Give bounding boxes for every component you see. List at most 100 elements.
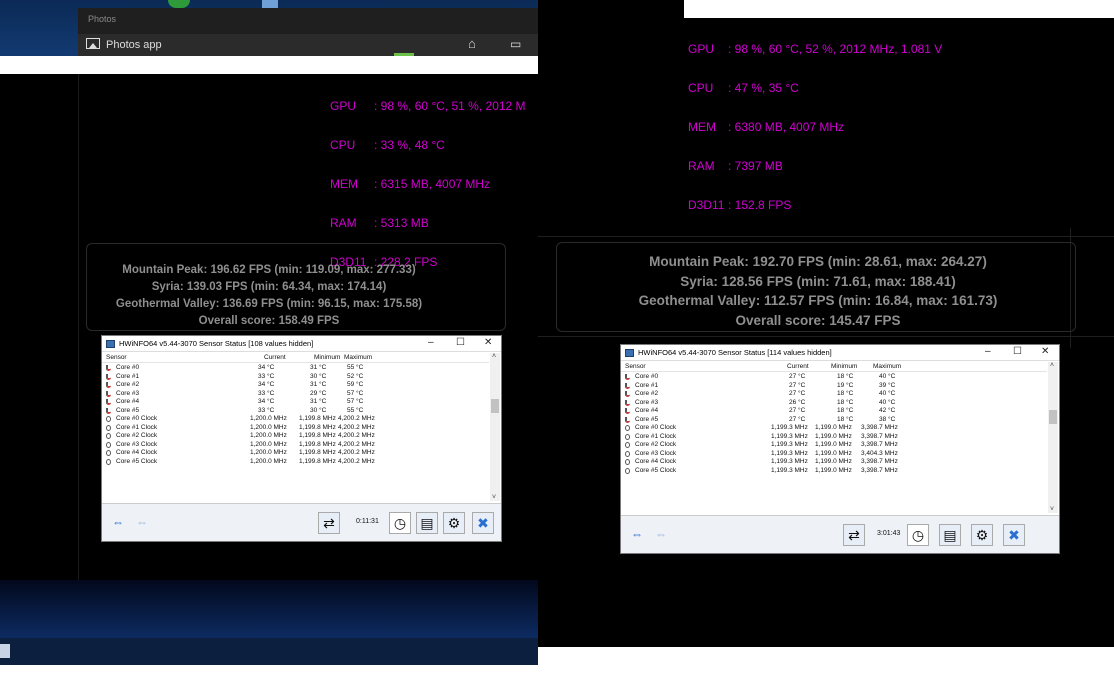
table-row[interactable]: Core #1 33 °C 30 °C 52 °C xyxy=(102,373,489,382)
photos-window[interactable]: Photos Photos app ⌂ ▭ xyxy=(78,8,538,56)
table-row[interactable]: Core #3 Clock 1,199.3 MHz 1,199.0 MHz 3,404… xyxy=(621,450,1047,459)
close-x-icon[interactable]: ✖ xyxy=(472,512,494,534)
sensor-name: Core #5 xyxy=(635,415,659,423)
table-row[interactable]: Core #0 Clock 1,199.3 MHz 1,199.0 MHz 3,398… xyxy=(621,424,1047,433)
table-row[interactable]: Core #3 Clock 1,200.0 MHz 1,199.8 MHz 4,200… xyxy=(102,441,489,450)
vertical-scrollbar[interactable]: ˄ ˅ xyxy=(1048,362,1058,513)
hwinfo-window[interactable]: HWiNFO64 v5.44-3070 Sensor Status [108 v… xyxy=(101,335,502,542)
clock-button-icon[interactable]: ◷ xyxy=(389,512,411,534)
hwinfo-sensor-list[interactable]: Core #0 27 °C 18 °C 40 °C Core #1 27 °C 19 °C… xyxy=(621,373,1047,475)
scroll-up-icon[interactable]: ˄ xyxy=(492,353,496,360)
maximize-button[interactable]: ☐ xyxy=(456,337,465,348)
table-row[interactable]: Core #4 34 °C 31 °C 57 °C xyxy=(102,398,489,407)
table-row[interactable]: Core #4 Clock 1,200.0 MHz 1,199.8 MHz 4,200… xyxy=(102,449,489,458)
scroll-down-icon[interactable]: ˅ xyxy=(492,494,496,501)
arrows-both-icon[interactable]: ⇔ xyxy=(627,527,647,541)
sensor-max: 40 °C xyxy=(879,373,896,380)
minimize-button[interactable]: – xyxy=(985,346,991,357)
sensor-current: 1,199.3 MHz xyxy=(771,449,808,457)
settings-icon[interactable]: ⚙ xyxy=(443,512,465,534)
slideshow-icon[interactable]: ▭ xyxy=(510,37,521,51)
table-row[interactable]: Core #3 33 °C 29 °C 57 °C xyxy=(102,390,489,399)
sensor-min: 31 °C xyxy=(310,364,327,371)
sensor-name: Core #0 xyxy=(635,373,659,380)
left-screenshot: Photos Photos app ⌂ ▭ GPU: 98 %, 60 °C, … xyxy=(0,0,538,665)
desktop-icon-green[interactable] xyxy=(168,0,190,8)
taskbar-app-icon[interactable] xyxy=(0,644,10,658)
table-row[interactable]: Core #4 Clock 1,199.3 MHz 1,199.0 MHz 3,398… xyxy=(621,458,1047,467)
sensor-name: Core #5 Clock xyxy=(635,466,677,474)
col-maximum[interactable]: Maximum xyxy=(873,363,901,370)
table-row[interactable]: Core #2 Clock 1,200.0 MHz 1,199.8 MHz 4,200… xyxy=(102,432,489,441)
table-row[interactable]: Core #1 27 °C 19 °C 39 °C xyxy=(621,382,1047,391)
photos-window-title: Photos xyxy=(88,14,117,24)
hwinfo-sensor-list[interactable]: Core #0 34 °C 31 °C 55 °C Core #1 33 °C 30 °C… xyxy=(102,364,489,466)
thermometer-icon xyxy=(106,382,111,388)
desktop-icon-chart[interactable] xyxy=(262,0,278,8)
table-row[interactable]: Core #2 27 °C 18 °C 40 °C xyxy=(621,390,1047,399)
report-icon[interactable]: ▤ xyxy=(939,524,961,546)
col-sensor[interactable]: Sensor xyxy=(106,354,127,361)
sensor-min: 19 °C xyxy=(837,381,854,389)
network-icon[interactable]: ⇄ xyxy=(843,524,865,546)
arrows-disabled-icon[interactable]: ⇔ xyxy=(132,515,152,529)
clock-icon xyxy=(625,433,630,440)
hwinfo-window[interactable]: HWiNFO64 v5.44-3070 Sensor Status [114 v… xyxy=(620,344,1060,554)
table-row[interactable]: Core #1 Clock 1,199.3 MHz 1,199.0 MHz 3,398… xyxy=(621,433,1047,442)
scrollbar-thumb[interactable] xyxy=(491,399,499,413)
clock-icon xyxy=(106,450,111,456)
table-row[interactable]: Core #3 26 °C 18 °C 40 °C xyxy=(621,399,1047,408)
maximize-button[interactable]: ☐ xyxy=(1013,346,1022,357)
arrows-disabled-icon[interactable]: ⇔ xyxy=(651,527,671,541)
col-minimum[interactable]: Minimum xyxy=(831,363,857,370)
col-minimum[interactable]: Minimum xyxy=(314,354,340,361)
scroll-up-icon[interactable]: ˄ xyxy=(1050,362,1054,369)
table-row[interactable]: Core #0 Clock 1,200.0 MHz 1,199.8 MHz 4,200… xyxy=(102,415,489,424)
arrows-both-icon[interactable]: ⇔ xyxy=(108,515,128,529)
table-row[interactable]: Core #5 33 °C 30 °C 55 °C xyxy=(102,407,489,416)
close-button[interactable]: ✕ xyxy=(1041,346,1049,357)
hwinfo-titlebar[interactable]: HWiNFO64 v5.44-3070 Sensor Status [114 v… xyxy=(621,345,1059,361)
sensor-max: 42 °C xyxy=(879,407,896,414)
report-icon[interactable]: ▤ xyxy=(416,512,438,534)
sensor-name: Core #2 xyxy=(635,390,659,397)
minimize-button[interactable]: – xyxy=(428,337,434,348)
osd-cpu-value: : 47 %, 35 °C xyxy=(728,81,799,95)
sensor-min: 1,199.8 MHz xyxy=(299,457,336,465)
sensor-min: 1,199.0 MHz xyxy=(815,424,852,431)
table-row[interactable]: Core #2 Clock 1,199.3 MHz 1,199.0 MHz 3,398… xyxy=(621,441,1047,450)
taskbar[interactable] xyxy=(0,638,538,665)
table-row[interactable]: Core #1 Clock 1,200.0 MHz 1,199.8 MHz 4,200… xyxy=(102,424,489,433)
settings-icon[interactable]: ⚙ xyxy=(971,524,993,546)
hwinfo-column-header[interactable]: Sensor Current Minimum Maximum xyxy=(621,362,1047,372)
table-row[interactable]: Core #0 27 °C 18 °C 40 °C xyxy=(621,373,1047,382)
clock-icon xyxy=(106,424,111,431)
table-row[interactable]: Core #2 34 °C 31 °C 59 °C xyxy=(102,381,489,390)
clock-icon xyxy=(625,467,630,474)
bench-overall-score: Overall score: 145.47 FPS xyxy=(735,312,901,328)
network-icon[interactable]: ⇄ xyxy=(318,512,340,534)
table-row[interactable]: Core #5 Clock 1,200.0 MHz 1,199.8 MHz 4,200… xyxy=(102,458,489,467)
clock-button-icon[interactable]: ◷ xyxy=(907,524,929,546)
sensor-name: Core #5 Clock xyxy=(116,457,158,465)
photos-app-label: Photos app xyxy=(106,39,162,51)
hwinfo-column-header[interactable]: Sensor Current Minimum Maximum xyxy=(102,353,489,363)
sensor-max: 4,200.2 MHz xyxy=(338,415,375,422)
table-row[interactable]: Core #0 34 °C 31 °C 55 °C xyxy=(102,364,489,373)
col-maximum[interactable]: Maximum xyxy=(344,354,372,361)
col-current[interactable]: Current xyxy=(787,363,809,370)
close-x-icon[interactable]: ✖ xyxy=(1003,524,1025,546)
hwinfo-titlebar[interactable]: HWiNFO64 v5.44-3070 Sensor Status [108 v… xyxy=(102,336,501,352)
edit-icon[interactable]: ⌂ xyxy=(468,36,476,51)
sensor-current: 33 °C xyxy=(258,406,275,414)
table-row[interactable]: Core #5 27 °C 18 °C 38 °C xyxy=(621,416,1047,425)
table-row[interactable]: Core #5 Clock 1,199.3 MHz 1,199.0 MHz 3,398… xyxy=(621,467,1047,476)
table-row[interactable]: Core #4 27 °C 18 °C 42 °C xyxy=(621,407,1047,416)
col-current[interactable]: Current xyxy=(264,354,286,361)
vertical-scrollbar[interactable]: ˄ ˅ xyxy=(490,353,500,501)
col-sensor[interactable]: Sensor xyxy=(625,363,646,370)
close-button[interactable]: ✕ xyxy=(484,337,492,348)
sensor-max: 39 °C xyxy=(879,381,896,389)
scrollbar-thumb[interactable] xyxy=(1049,410,1057,424)
scroll-down-icon[interactable]: ˅ xyxy=(1050,506,1054,513)
